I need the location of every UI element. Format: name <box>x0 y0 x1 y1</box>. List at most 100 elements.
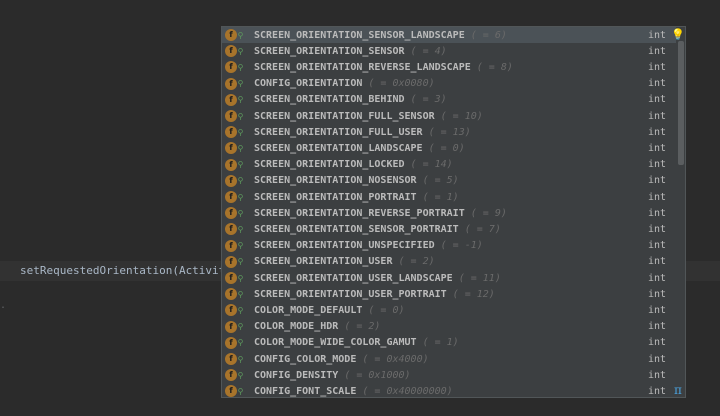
completion-item-name: SCREEN_ORIENTATION_PORTRAIT ( = 1) <box>254 192 459 203</box>
constant-value: ( = 14) <box>404 159 453 171</box>
completion-item[interactable]: f ⚲ SCREEN_ORIENTATION_SENSOR_LANDSCAPE ( … <box>222 27 676 44</box>
completion-item-type: int <box>648 321 667 333</box>
completion-item-type: int <box>648 159 667 171</box>
completion-item[interactable]: f ⚲ SCREEN_ORIENTATION_SENSOR_PORTRAIT ( =… <box>222 221 676 237</box>
completion-item[interactable]: f ⚲ SCREEN_ORIENTATION_BEHIND ( = 3) int <box>222 92 676 108</box>
static-modifier-icon: ⚲ <box>237 257 244 267</box>
completion-item-type: int <box>648 369 667 381</box>
constant-name: SCREEN_ORIENTATION_USER <box>254 256 393 268</box>
completion-item-name: CONFIG_ORIENTATION ( = 0x0080) <box>254 78 435 89</box>
constant-value: ( = 9) <box>464 207 507 219</box>
completion-item-name: SCREEN_ORIENTATION_USER ( = 2) <box>254 256 435 267</box>
constant-value: ( = 2) <box>392 256 435 268</box>
completion-item-name: SCREEN_ORIENTATION_USER_LANDSCAPE ( = 11… <box>254 273 501 284</box>
scrollbar-thumb[interactable] <box>678 41 684 165</box>
completion-item-name: SCREEN_ORIENTATION_SENSOR ( = 4) <box>254 46 447 57</box>
completion-item[interactable]: f ⚲ SCREEN_ORIENTATION_USER_PORTRAIT ( = 1… <box>222 286 676 302</box>
completion-item-name: SCREEN_ORIENTATION_FULL_USER ( = 13) <box>254 127 471 138</box>
static-modifier-icon: ⚲ <box>237 289 244 299</box>
completion-item-type: int <box>648 223 667 235</box>
completion-item[interactable]: f ⚲ SCREEN_ORIENTATION_UNSPECIFIED ( = -1)… <box>222 238 676 254</box>
completion-item[interactable]: f ⚲ SCREEN_ORIENTATION_LOCKED ( = 14) int <box>222 157 676 173</box>
completion-item-type: int <box>648 142 667 154</box>
completion-item-type: int <box>648 304 667 316</box>
completion-item-name: SCREEN_ORIENTATION_FULL_SENSOR ( = 10) <box>254 111 483 122</box>
static-modifier-icon: ⚲ <box>237 143 244 153</box>
completion-item[interactable]: f ⚲ SCREEN_ORIENTATION_PORTRAIT ( = 1) int <box>222 189 676 205</box>
completion-item-name: COLOR_MODE_WIDE_COLOR_GAMUT ( = 1) <box>254 337 459 348</box>
completion-item[interactable]: f ⚲ SCREEN_ORIENTATION_FULL_USER ( = 13) in… <box>222 124 676 140</box>
static-modifier-icon: ⚲ <box>237 370 244 380</box>
static-modifier-icon: ⚲ <box>237 111 244 121</box>
completion-item-type: int <box>648 337 667 349</box>
completion-item[interactable]: f ⚲ CONFIG_COLOR_MODE ( = 0x4000) int <box>222 351 676 367</box>
constant-name: COLOR_MODE_DEFAULT <box>254 304 363 316</box>
constant-name: SCREEN_ORIENTATION_USER_PORTRAIT <box>254 288 447 300</box>
completion-popup[interactable]: f ⚲ CONFIG_FONT_SCALE ( = 0x40000000) int f ⚲… <box>221 26 686 398</box>
pi-icon[interactable]: π <box>673 383 683 397</box>
static-modifier-icon: ⚲ <box>237 322 244 332</box>
constant-value: ( = 10) <box>434 110 483 122</box>
completion-item-name: SCREEN_ORIENTATION_LOCKED ( = 14) <box>254 159 453 170</box>
static-modifier-icon: ⚲ <box>237 95 244 105</box>
completion-item[interactable]: f ⚲ SCREEN_ORIENTATION_FULL_SENSOR ( = 10)… <box>222 108 676 124</box>
static-modifier-icon: ⚲ <box>237 208 244 218</box>
constant-value: ( = 0) <box>362 304 405 316</box>
completion-item[interactable]: f ⚲ SCREEN_ORIENTATION_LANDSCAPE ( = 0) int <box>222 140 676 156</box>
constant-value: ( = 0) <box>422 142 465 154</box>
bulb-icon[interactable]: 💡 <box>671 29 685 41</box>
constant-value: ( = -1) <box>434 240 483 252</box>
static-modifier-icon: ⚲ <box>237 160 244 170</box>
static-modifier-icon: ⚲ <box>237 224 244 234</box>
constant-name: SCREEN_ORIENTATION_NOSENSOR <box>254 175 417 187</box>
constant-name: SCREEN_ORIENTATION_LOCKED <box>254 159 405 171</box>
constant-name: SCREEN_ORIENTATION_LANDSCAPE <box>254 142 423 154</box>
completion-item-type: int <box>648 61 667 73</box>
gutter-mark: . <box>0 300 7 311</box>
completion-item-name: SCREEN_ORIENTATION_SENSOR_PORTRAIT ( = 7… <box>254 224 501 235</box>
completion-item-type: int <box>648 29 667 41</box>
completion-item[interactable]: f ⚲ CONFIG_FONT_SCALE ( = 0x40000000) int <box>222 383 676 397</box>
static-modifier-icon: ⚲ <box>237 192 244 202</box>
completion-item-type: int <box>648 175 667 187</box>
completion-item[interactable]: f ⚲ COLOR_MODE_DEFAULT ( = 0) int <box>222 302 676 318</box>
constant-name: SCREEN_ORIENTATION_FULL_SENSOR <box>254 110 435 122</box>
completion-item-type: int <box>648 126 667 138</box>
completion-item-name: SCREEN_ORIENTATION_USER_PORTRAIT ( = 12) <box>254 289 495 300</box>
static-modifier-icon: ⚲ <box>237 62 244 72</box>
completion-item[interactable]: f ⚲ SCREEN_ORIENTATION_USER ( = 2) int <box>222 254 676 270</box>
constant-value: ( = 2) <box>338 321 381 333</box>
completion-item-name: SCREEN_ORIENTATION_REVERSE_PORTRAIT ( = … <box>254 208 507 219</box>
completion-item[interactable]: f ⚲ SCREEN_ORIENTATION_NOSENSOR ( = 5) int <box>222 173 676 189</box>
constant-value: ( = 4) <box>404 45 447 57</box>
completion-item-name: COLOR_MODE_DEFAULT ( = 0) <box>254 305 405 316</box>
completion-item[interactable]: f ⚲ SCREEN_ORIENTATION_USER_LANDSCAPE ( = … <box>222 270 676 286</box>
constant-value: ( = 5) <box>416 175 459 187</box>
static-modifier-icon: ⚲ <box>237 354 244 364</box>
static-modifier-icon: ⚲ <box>237 176 244 186</box>
constant-value: ( = 0x1000) <box>338 369 411 381</box>
completion-item-type: int <box>648 256 667 268</box>
static-modifier-icon: ⚲ <box>237 386 244 396</box>
completion-item[interactable]: f ⚲ SCREEN_ORIENTATION_REVERSE_LANDSCAPE (… <box>222 59 676 75</box>
code-line[interactable]: setRequestedOrientation(Activity <box>20 263 232 279</box>
completion-item-name: CONFIG_DENSITY ( = 0x1000) <box>254 370 411 381</box>
completion-item[interactable]: f ⚲ CONFIG_ORIENTATION ( = 0x0080) int <box>222 76 676 92</box>
static-modifier-icon: ⚲ <box>237 30 244 40</box>
static-modifier-icon: ⚲ <box>237 241 244 251</box>
constant-name: SCREEN_ORIENTATION_SENSOR_PORTRAIT <box>254 223 459 235</box>
constant-value: ( = 1) <box>416 337 459 349</box>
completion-item[interactable]: f ⚲ SCREEN_ORIENTATION_SENSOR ( = 4) int <box>222 43 676 59</box>
completion-item-type: int <box>648 385 667 397</box>
constant-name: SCREEN_ORIENTATION_UNSPECIFIED <box>254 240 435 252</box>
constant-name: SCREEN_ORIENTATION_REVERSE_LANDSCAPE <box>254 61 471 73</box>
completion-item[interactable]: f ⚲ CONFIG_DENSITY ( = 0x1000) int <box>222 367 676 383</box>
completion-item-name: SCREEN_ORIENTATION_NOSENSOR ( = 5) <box>254 175 459 186</box>
completion-item[interactable]: f ⚲ COLOR_MODE_WIDE_COLOR_GAMUT ( = 1) int <box>222 335 676 351</box>
completion-item[interactable]: f ⚲ COLOR_MODE_HDR ( = 2) int <box>222 319 676 335</box>
constant-value: ( = 3) <box>404 94 447 106</box>
static-modifier-icon: ⚲ <box>237 127 244 137</box>
completion-item[interactable]: f ⚲ SCREEN_ORIENTATION_REVERSE_PORTRAIT ( … <box>222 205 676 221</box>
constant-name: CONFIG_COLOR_MODE <box>254 353 357 365</box>
static-modifier-icon: ⚲ <box>237 305 244 315</box>
